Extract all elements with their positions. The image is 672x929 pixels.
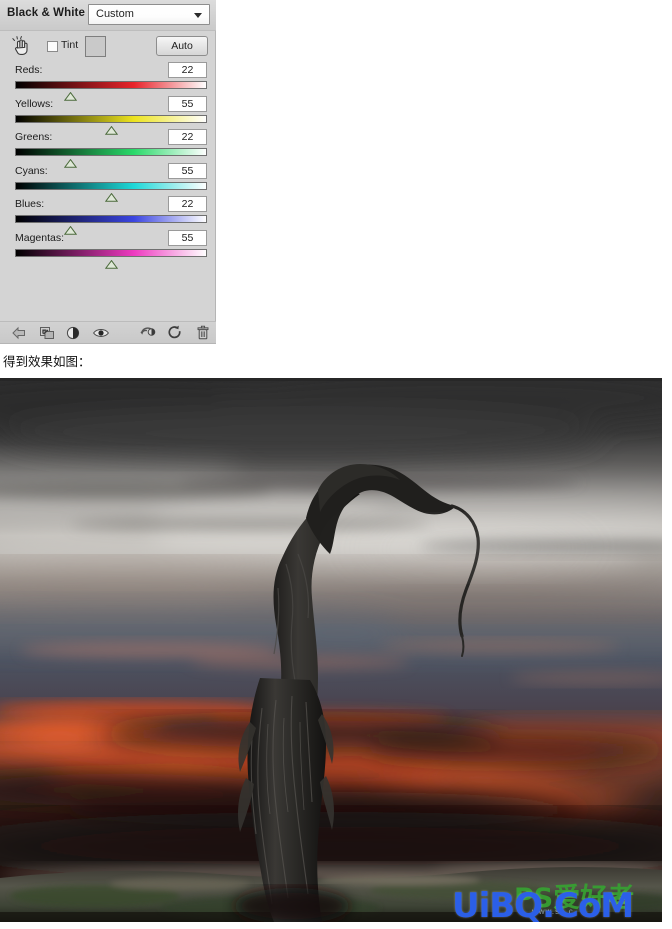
delete-trash-icon[interactable] — [194, 325, 212, 341]
slider-row-yellows: Yellows: 55 — [0, 95, 216, 135]
chevron-down-icon — [194, 13, 202, 18]
tint-color-swatch[interactable] — [85, 36, 106, 57]
panel-title: Black & White — [7, 7, 85, 19]
panel-tool-row: Tint Auto — [0, 32, 216, 62]
slider-value-text: 55 — [181, 97, 194, 110]
adjustment-half-circle-icon[interactable] — [64, 325, 82, 341]
tint-checkbox[interactable] — [47, 41, 58, 52]
auto-button[interactable]: Auto — [156, 36, 208, 56]
tint-label: Tint — [61, 39, 79, 51]
black-and-white-adjustment-panel: Black & White Custom Tint Auto Reds: 22 … — [0, 0, 216, 344]
slider-value-input[interactable]: 22 — [168, 62, 207, 78]
slider-label: Blues: — [15, 198, 45, 210]
slider-thumb[interactable] — [104, 256, 118, 269]
slider-value-text: 22 — [181, 64, 194, 76]
panel-footer-toolbar — [0, 321, 216, 343]
slider-label: Greens: — [15, 131, 53, 143]
preset-dropdown[interactable]: Custom — [88, 4, 210, 25]
result-artwork-image — [0, 378, 662, 922]
slider-row-blues: Blues: 22 — [0, 196, 216, 235]
panel-header: Black & White Custom — [0, 0, 216, 31]
slider-value-text: 22 — [181, 131, 194, 143]
slider-label: Reds: — [15, 64, 43, 76]
slider-row-magentas: Magentas: 55 — [0, 229, 216, 269]
slider-track[interactable] — [15, 215, 207, 223]
slider-value-text: 22 — [181, 198, 194, 210]
slider-row-reds: Reds: 22 — [0, 62, 216, 101]
reset-icon[interactable] — [166, 325, 184, 341]
auto-button-label: Auto — [171, 40, 193, 52]
slider-value-text: 55 — [181, 231, 194, 244]
slider-track[interactable] — [15, 148, 207, 156]
back-arrow-icon[interactable] — [10, 325, 28, 341]
slider-value-input[interactable]: 22 — [168, 129, 207, 145]
slider-label: Magentas: — [15, 231, 65, 244]
slider-value-input[interactable]: 55 — [168, 162, 207, 179]
preset-dropdown-value: Custom — [96, 8, 134, 20]
slider-value-text: 55 — [181, 164, 194, 177]
slider-row-greens: Greens: 22 — [0, 129, 216, 168]
artwork-svg — [0, 378, 662, 922]
caption-text: 得到效果如图： — [3, 354, 91, 369]
slider-value-input[interactable]: 55 — [168, 229, 207, 246]
eye-visibility-icon[interactable] — [92, 325, 110, 341]
color-sliders-group: Reds: 22 Yellows: 55 Greens: 22 Cyans: 55 Blues:… — [0, 62, 216, 269]
clip-to-layer-icon[interactable] — [38, 325, 56, 341]
on-image-adjust-hand-icon[interactable] — [11, 35, 33, 57]
slider-label: Cyans: — [15, 164, 48, 177]
previous-state-icon[interactable] — [139, 325, 157, 341]
slider-track[interactable] — [15, 81, 207, 89]
slider-row-cyans: Cyans: 55 — [0, 162, 216, 202]
slider-label: Yellows: — [15, 97, 54, 110]
slider-value-input[interactable]: 55 — [168, 95, 207, 112]
slider-value-input[interactable]: 22 — [168, 196, 207, 212]
